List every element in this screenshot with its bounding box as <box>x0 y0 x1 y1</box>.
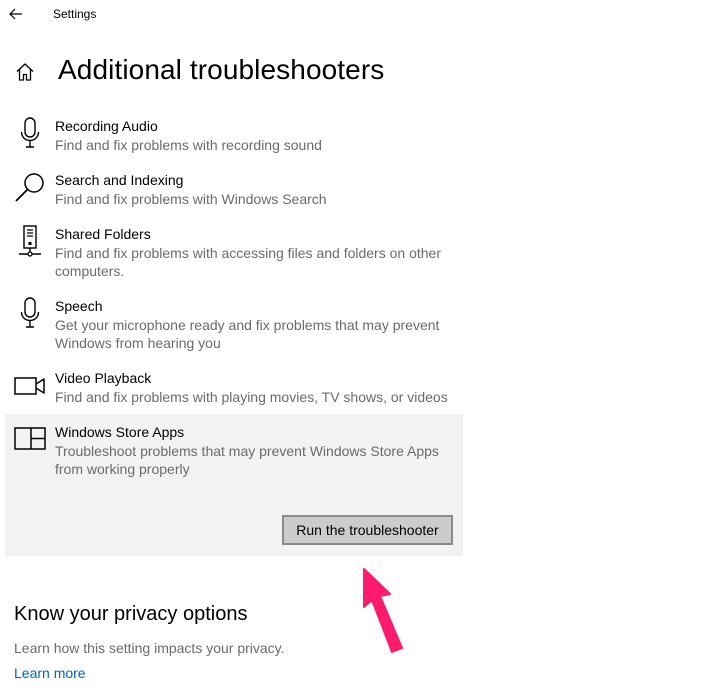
network-folder-icon <box>19 225 41 257</box>
learn-more-link[interactable]: Learn more <box>14 665 86 681</box>
troubleshooter-search-indexing[interactable]: Search and Indexing Find and fix problem… <box>5 162 463 216</box>
privacy-section: Know your privacy options Learn how this… <box>14 603 614 683</box>
troubleshooter-recording-audio[interactable]: Recording Audio Find and fix problems wi… <box>5 108 463 162</box>
troubleshooter-description: Find and fix problems with playing movie… <box>55 389 448 405</box>
app-title: Settings <box>53 7 97 21</box>
troubleshooter-description: Find and fix problems with Windows Searc… <box>55 191 327 207</box>
troubleshooter-windows-store-apps[interactable]: Windows Store Apps Troubleshoot problems… <box>5 414 463 556</box>
troubleshooter-shared-folders[interactable]: Shared Folders Find and fix problems wit… <box>5 216 463 288</box>
title-bar: Settings <box>0 0 715 32</box>
troubleshooter-name: Search and Indexing <box>55 172 184 188</box>
home-icon[interactable] <box>14 61 36 83</box>
annotation-arrow-icon <box>363 568 403 653</box>
video-camera-icon <box>14 377 45 395</box>
store-apps-icon <box>14 427 46 450</box>
troubleshooter-name: Windows Store Apps <box>55 424 185 440</box>
troubleshooter-description: Troubleshoot problems that may prevent W… <box>55 443 439 477</box>
run-troubleshooter-button[interactable]: Run the troubleshooter <box>282 515 453 545</box>
back-button[interactable] <box>6 4 26 24</box>
back-arrow-icon <box>9 8 22 20</box>
troubleshooter-name: Shared Folders <box>55 226 151 242</box>
microphone-icon <box>20 117 40 148</box>
settings-window: Settings Additional troubleshooters Reco… <box>0 0 715 697</box>
troubleshooter-speech[interactable]: Speech Get your microphone ready and fix… <box>5 288 463 360</box>
troubleshooter-description: Get your microphone ready and fix proble… <box>55 317 440 351</box>
page-title: Additional troubleshooters <box>58 54 385 85</box>
privacy-description: Learn how this setting impacts your priv… <box>14 640 285 656</box>
troubleshooter-name: Video Playback <box>55 370 152 386</box>
troubleshooter-description: Find and fix problems with accessing fil… <box>55 245 441 279</box>
troubleshooter-list: Recording Audio Find and fix problems wi… <box>5 108 463 556</box>
troubleshooter-description: Find and fix problems with recording sou… <box>55 137 322 153</box>
microphone-icon <box>20 297 40 328</box>
search-icon <box>15 173 44 202</box>
page-header: Additional troubleshooters <box>0 52 715 92</box>
troubleshooter-name: Recording Audio <box>55 118 158 134</box>
privacy-title: Know your privacy options <box>14 603 248 625</box>
troubleshooter-video-playback[interactable]: Video Playback Find and fix problems wit… <box>5 360 463 414</box>
troubleshooter-name: Speech <box>55 298 103 314</box>
